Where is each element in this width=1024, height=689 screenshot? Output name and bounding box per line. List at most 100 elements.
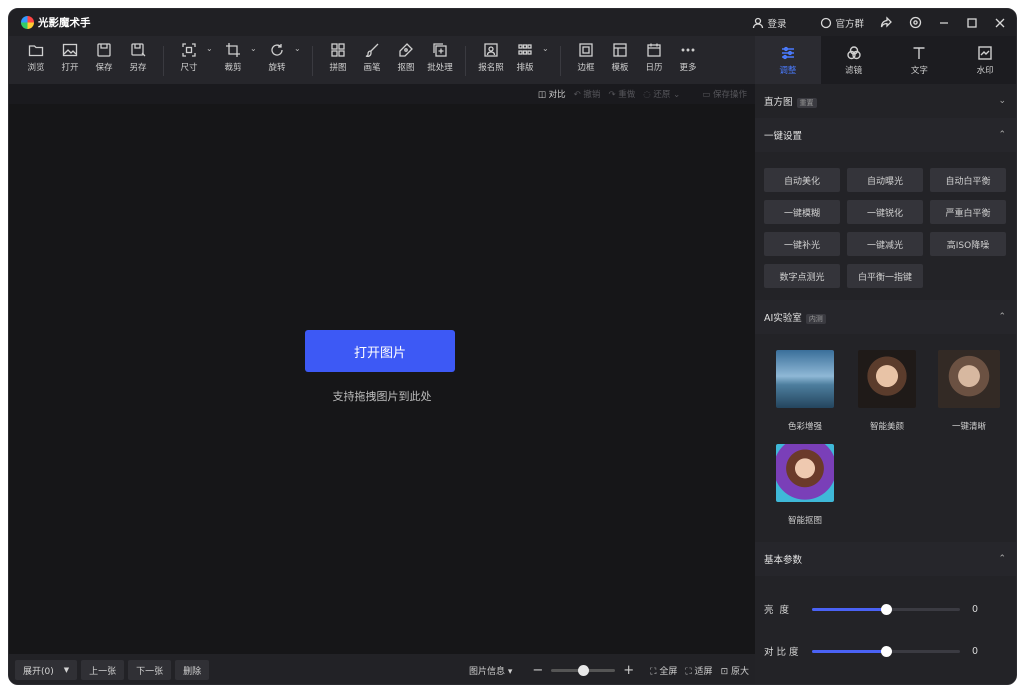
oneclick-buttons: 自动美化 自动曝光 自动白平衡 一键模糊 一键锐化 严重白平衡 一键补光 一键减… xyxy=(755,152,1016,300)
batch-icon xyxy=(433,43,447,57)
tab-adjust[interactable]: 调整 xyxy=(755,36,821,84)
rotate-dropdown-icon[interactable]: ⌄ xyxy=(294,42,304,53)
ai-smart-beauty[interactable]: 智能美颜 xyxy=(846,350,928,432)
gear-icon xyxy=(909,16,922,29)
spot-metering-button[interactable]: 数字点测光 xyxy=(764,264,840,288)
histogram-title: 直方图 xyxy=(764,97,793,108)
fullscreen-button[interactable]: ⛶ 全屏 xyxy=(650,664,677,677)
one-click-sharpen-button[interactable]: 一键锐化 xyxy=(847,200,923,224)
tool-brush[interactable]: 画笔 xyxy=(355,42,389,73)
expand-button[interactable]: 展开(0) ▼ xyxy=(15,660,78,680)
next-button[interactable]: 下一张 xyxy=(128,660,172,680)
oneclick-header[interactable]: 一键设置 ⌃ xyxy=(755,118,1016,152)
fit-screen-icon: ⛶ xyxy=(685,666,692,677)
zoom-slider[interactable] xyxy=(551,664,616,676)
redo-button[interactable]: ↷ 重做 xyxy=(608,88,635,100)
tool-open[interactable]: 打开 xyxy=(53,42,87,73)
save-operation-button[interactable]: ▭ 保存操作 xyxy=(702,88,747,100)
official-group-button[interactable]: 官方群 xyxy=(812,9,872,36)
ai-color-enhance[interactable]: 色彩增强 xyxy=(764,350,846,432)
maximize-button[interactable] xyxy=(958,9,986,36)
folder-icon xyxy=(28,45,44,57)
ai-one-click-clear[interactable]: 一键清晰 xyxy=(928,350,1010,432)
open-image-button[interactable]: 打开图片 xyxy=(305,330,455,372)
fill-light-button[interactable]: 一键补光 xyxy=(764,232,840,256)
tool-save-as[interactable]: 另存 xyxy=(121,42,155,73)
high-iso-denoise-button[interactable]: 高ISO降噪 xyxy=(930,232,1006,256)
drop-hint: 支持拖拽图片到此处 xyxy=(332,390,432,403)
tool-browse[interactable]: 浏览 xyxy=(19,42,53,73)
tool-save[interactable]: 保存 xyxy=(87,42,121,73)
image-canvas[interactable]: 打开图片 支持拖拽图片到此处 xyxy=(9,104,755,654)
tool-collage[interactable]: 拼图 xyxy=(321,42,355,73)
tool-cutout[interactable]: 抠图 xyxy=(389,42,423,73)
zoom-out-button[interactable]: − xyxy=(532,663,543,678)
histogram-header[interactable]: 直方图 重置 ⌄ xyxy=(755,84,1016,118)
severe-white-balance-button[interactable]: 严重白平衡 xyxy=(930,200,1006,224)
crop-dropdown-icon[interactable]: ⌄ xyxy=(250,42,260,53)
app-logo: 光影魔术手 xyxy=(21,15,91,30)
tool-rotate[interactable]: 旋转 xyxy=(260,42,294,73)
undo-button[interactable]: ↶ 撤销 xyxy=(574,88,601,100)
tab-filter[interactable]: 滤镜 xyxy=(821,36,887,84)
brightness-value: 0 xyxy=(972,603,979,615)
tool-crop[interactable]: 裁剪 xyxy=(216,42,250,73)
tool-resize[interactable]: 尺寸 xyxy=(172,42,206,73)
main-toolbar: 浏览 打开 保存 另存 尺寸 ⌄ 裁剪 ⌄ 旋转 ⌄ 拼图 画笔 抠图 批处理 … xyxy=(9,36,755,84)
original-size-icon: ⊡ xyxy=(720,666,729,677)
contrast-knob[interactable] xyxy=(881,645,892,657)
toolbar-divider xyxy=(465,46,466,76)
tab-text[interactable]: 文字 xyxy=(887,36,953,84)
expand-dropdown-icon: ▼ xyxy=(63,666,70,674)
tool-frame[interactable]: 边框 xyxy=(569,42,603,73)
auto-white-balance-button[interactable]: 自动白平衡 xyxy=(930,168,1006,192)
resize-dropdown-icon[interactable]: ⌄ xyxy=(206,42,216,53)
layout-grid-icon xyxy=(518,44,532,55)
oneclick-title: 一键设置 xyxy=(764,131,803,142)
zoom-slider-knob[interactable] xyxy=(578,664,590,676)
auto-beautify-button[interactable]: 自动美化 xyxy=(764,168,840,192)
save-as-icon xyxy=(131,43,146,57)
contrast-slider[interactable] xyxy=(812,645,960,657)
share-icon xyxy=(880,16,892,28)
compare-button[interactable]: ◫ 对比 xyxy=(538,88,566,100)
settings-button[interactable] xyxy=(901,9,930,36)
tool-layout[interactable]: 排版 xyxy=(508,42,542,73)
tab-watermark[interactable]: 水印 xyxy=(952,36,1016,84)
minimize-button[interactable] xyxy=(930,9,958,36)
tool-batch[interactable]: 批处理 xyxy=(423,42,457,73)
filter-icon xyxy=(846,45,861,59)
tool-id-photo[interactable]: 报名照 xyxy=(474,42,508,73)
restore-button[interactable]: ◌ 还原 ⌄ xyxy=(643,88,680,100)
calendar-icon xyxy=(647,43,661,57)
share-button[interactable] xyxy=(872,9,901,36)
fit-screen-button[interactable]: ⛶ 适屏 xyxy=(685,664,712,677)
delete-button[interactable]: 删除 xyxy=(175,660,210,680)
white-balance-picker-button[interactable]: 白平衡一指键 xyxy=(847,264,923,288)
layout-dropdown-icon[interactable]: ⌄ xyxy=(542,42,552,53)
text-icon xyxy=(913,46,925,59)
basic-params-title: 基本参数 xyxy=(764,555,803,566)
original-size-button[interactable]: ⊡ 原大 xyxy=(721,664,749,677)
auto-exposure-button[interactable]: 自动曝光 xyxy=(847,168,923,192)
login-button[interactable]: 登录 xyxy=(744,9,794,36)
zoom-in-button[interactable]: + xyxy=(623,663,634,678)
close-button[interactable] xyxy=(986,9,1016,36)
tool-more[interactable]: 更多 xyxy=(671,42,705,73)
histogram-reset-badge[interactable]: 重置 xyxy=(796,98,817,108)
previous-button[interactable]: 上一张 xyxy=(81,660,125,680)
ai-lab-header[interactable]: AI实验室 内测 ⌃ xyxy=(755,300,1016,334)
image-info-button[interactable]: 图片信息 ▾ xyxy=(469,664,512,677)
one-click-clear-thumbnail xyxy=(938,350,1000,408)
brightness-slider[interactable] xyxy=(812,603,960,615)
basic-params-header[interactable]: 基本参数 ⌃ xyxy=(755,542,1016,576)
title-bar: 光影魔术手 登录 官方群 xyxy=(9,9,1016,36)
brightness-knob[interactable] xyxy=(881,603,892,615)
reduce-light-button[interactable]: 一键减光 xyxy=(847,232,923,256)
tool-template[interactable]: 模板 xyxy=(603,42,637,73)
one-click-blur-button[interactable]: 一键模糊 xyxy=(764,200,840,224)
ai-smart-cutout[interactable]: 智能抠图 xyxy=(764,444,846,526)
app-window: 光影魔术手 登录 官方群 浏览 打开 保存 另存 尺寸 ⌄ 裁剪 ⌄ 旋转 ⌄ … xyxy=(8,8,1017,685)
tool-calendar[interactable]: 日历 xyxy=(637,42,671,73)
ai-lab-grid: 色彩增强 智能美颜 一键清晰 智能抠图 xyxy=(755,334,1016,526)
